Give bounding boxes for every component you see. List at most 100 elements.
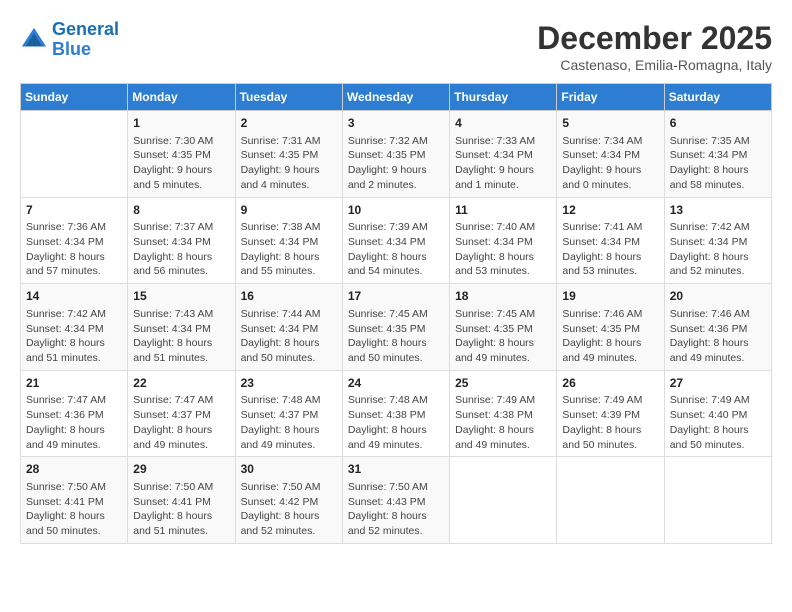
calendar-cell: 13 Sunrise: 7:42 AM Sunset: 4:34 PM Dayl… <box>664 197 771 284</box>
calendar-cell: 10 Sunrise: 7:39 AM Sunset: 4:34 PM Dayl… <box>342 197 449 284</box>
calendar-week-row: 14 Sunrise: 7:42 AM Sunset: 4:34 PM Dayl… <box>21 284 772 371</box>
sunrise-text: Sunrise: 7:37 AM <box>133 221 213 233</box>
calendar-cell <box>664 457 771 544</box>
logo-text: General Blue <box>52 20 119 60</box>
day-number: 25 <box>455 375 551 392</box>
sunset-text: Sunset: 4:34 PM <box>348 236 426 248</box>
sunrise-text: Sunrise: 7:46 AM <box>562 308 642 320</box>
sunset-text: Sunset: 4:35 PM <box>348 323 426 335</box>
month-title: December 2025 <box>537 20 772 57</box>
calendar-cell: 8 Sunrise: 7:37 AM Sunset: 4:34 PM Dayli… <box>128 197 235 284</box>
day-number: 5 <box>562 115 658 132</box>
daylight-text: Daylight: 8 hours and 53 minutes. <box>562 251 641 278</box>
sunrise-text: Sunrise: 7:49 AM <box>562 394 642 406</box>
day-number: 3 <box>348 115 444 132</box>
calendar-cell: 24 Sunrise: 7:48 AM Sunset: 4:38 PM Dayl… <box>342 370 449 457</box>
daylight-text: Daylight: 8 hours and 49 minutes. <box>26 424 105 451</box>
sunset-text: Sunset: 4:34 PM <box>133 236 211 248</box>
sunrise-text: Sunrise: 7:31 AM <box>241 135 321 147</box>
weekday-header: Tuesday <box>235 84 342 111</box>
sunset-text: Sunset: 4:34 PM <box>26 236 104 248</box>
day-number: 11 <box>455 202 551 219</box>
calendar-cell: 23 Sunrise: 7:48 AM Sunset: 4:37 PM Dayl… <box>235 370 342 457</box>
calendar-cell: 18 Sunrise: 7:45 AM Sunset: 4:35 PM Dayl… <box>450 284 557 371</box>
sunset-text: Sunset: 4:34 PM <box>26 323 104 335</box>
sunrise-text: Sunrise: 7:42 AM <box>26 308 106 320</box>
daylight-text: Daylight: 8 hours and 50 minutes. <box>562 424 641 451</box>
daylight-text: Daylight: 9 hours and 0 minutes. <box>562 164 641 191</box>
sunset-text: Sunset: 4:43 PM <box>348 496 426 508</box>
calendar-week-row: 7 Sunrise: 7:36 AM Sunset: 4:34 PM Dayli… <box>21 197 772 284</box>
sunrise-text: Sunrise: 7:47 AM <box>133 394 213 406</box>
sunset-text: Sunset: 4:35 PM <box>348 149 426 161</box>
calendar-cell: 28 Sunrise: 7:50 AM Sunset: 4:41 PM Dayl… <box>21 457 128 544</box>
sunrise-text: Sunrise: 7:35 AM <box>670 135 750 147</box>
calendar-cell: 21 Sunrise: 7:47 AM Sunset: 4:36 PM Dayl… <box>21 370 128 457</box>
calendar-cell: 9 Sunrise: 7:38 AM Sunset: 4:34 PM Dayli… <box>235 197 342 284</box>
day-number: 17 <box>348 288 444 305</box>
sunrise-text: Sunrise: 7:32 AM <box>348 135 428 147</box>
calendar-cell: 14 Sunrise: 7:42 AM Sunset: 4:34 PM Dayl… <box>21 284 128 371</box>
sunset-text: Sunset: 4:34 PM <box>670 149 748 161</box>
calendar-cell: 22 Sunrise: 7:47 AM Sunset: 4:37 PM Dayl… <box>128 370 235 457</box>
day-number: 27 <box>670 375 766 392</box>
daylight-text: Daylight: 8 hours and 53 minutes. <box>455 251 534 278</box>
day-number: 21 <box>26 375 122 392</box>
sunset-text: Sunset: 4:34 PM <box>455 236 533 248</box>
day-number: 20 <box>670 288 766 305</box>
subtitle: Castenaso, Emilia-Romagna, Italy <box>537 57 772 73</box>
daylight-text: Daylight: 8 hours and 49 minutes. <box>241 424 320 451</box>
weekday-header: Thursday <box>450 84 557 111</box>
weekday-header: Monday <box>128 84 235 111</box>
sunrise-text: Sunrise: 7:41 AM <box>562 221 642 233</box>
day-number: 8 <box>133 202 229 219</box>
sunset-text: Sunset: 4:41 PM <box>26 496 104 508</box>
sunset-text: Sunset: 4:42 PM <box>241 496 319 508</box>
day-number: 7 <box>26 202 122 219</box>
calendar-cell: 4 Sunrise: 7:33 AM Sunset: 4:34 PM Dayli… <box>450 111 557 198</box>
calendar-cell: 17 Sunrise: 7:45 AM Sunset: 4:35 PM Dayl… <box>342 284 449 371</box>
calendar-cell: 15 Sunrise: 7:43 AM Sunset: 4:34 PM Dayl… <box>128 284 235 371</box>
sunrise-text: Sunrise: 7:50 AM <box>26 481 106 493</box>
sunrise-text: Sunrise: 7:34 AM <box>562 135 642 147</box>
sunset-text: Sunset: 4:34 PM <box>455 149 533 161</box>
weekday-header: Sunday <box>21 84 128 111</box>
sunset-text: Sunset: 4:35 PM <box>133 149 211 161</box>
daylight-text: Daylight: 8 hours and 57 minutes. <box>26 251 105 278</box>
calendar-cell: 25 Sunrise: 7:49 AM Sunset: 4:38 PM Dayl… <box>450 370 557 457</box>
sunset-text: Sunset: 4:34 PM <box>670 236 748 248</box>
sunrise-text: Sunrise: 7:48 AM <box>348 394 428 406</box>
calendar-cell: 30 Sunrise: 7:50 AM Sunset: 4:42 PM Dayl… <box>235 457 342 544</box>
calendar-week-row: 21 Sunrise: 7:47 AM Sunset: 4:36 PM Dayl… <box>21 370 772 457</box>
sunrise-text: Sunrise: 7:48 AM <box>241 394 321 406</box>
day-number: 29 <box>133 461 229 478</box>
sunset-text: Sunset: 4:35 PM <box>241 149 319 161</box>
day-number: 23 <box>241 375 337 392</box>
sunrise-text: Sunrise: 7:45 AM <box>455 308 535 320</box>
day-number: 19 <box>562 288 658 305</box>
sunrise-text: Sunrise: 7:45 AM <box>348 308 428 320</box>
daylight-text: Daylight: 8 hours and 51 minutes. <box>26 337 105 364</box>
sunrise-text: Sunrise: 7:42 AM <box>670 221 750 233</box>
daylight-text: Daylight: 9 hours and 5 minutes. <box>133 164 212 191</box>
calendar-cell: 27 Sunrise: 7:49 AM Sunset: 4:40 PM Dayl… <box>664 370 771 457</box>
day-number: 9 <box>241 202 337 219</box>
day-number: 28 <box>26 461 122 478</box>
sunset-text: Sunset: 4:37 PM <box>133 409 211 421</box>
calendar-cell: 29 Sunrise: 7:50 AM Sunset: 4:41 PM Dayl… <box>128 457 235 544</box>
daylight-text: Daylight: 8 hours and 49 minutes. <box>455 424 534 451</box>
calendar-week-row: 28 Sunrise: 7:50 AM Sunset: 4:41 PM Dayl… <box>21 457 772 544</box>
sunset-text: Sunset: 4:41 PM <box>133 496 211 508</box>
daylight-text: Daylight: 8 hours and 50 minutes. <box>670 424 749 451</box>
day-number: 16 <box>241 288 337 305</box>
day-number: 12 <box>562 202 658 219</box>
calendar-cell <box>21 111 128 198</box>
sunrise-text: Sunrise: 7:43 AM <box>133 308 213 320</box>
calendar-cell: 2 Sunrise: 7:31 AM Sunset: 4:35 PM Dayli… <box>235 111 342 198</box>
sunset-text: Sunset: 4:39 PM <box>562 409 640 421</box>
calendar-cell: 16 Sunrise: 7:44 AM Sunset: 4:34 PM Dayl… <box>235 284 342 371</box>
sunset-text: Sunset: 4:34 PM <box>241 236 319 248</box>
daylight-text: Daylight: 8 hours and 49 minutes. <box>455 337 534 364</box>
sunrise-text: Sunrise: 7:50 AM <box>133 481 213 493</box>
weekday-header: Wednesday <box>342 84 449 111</box>
